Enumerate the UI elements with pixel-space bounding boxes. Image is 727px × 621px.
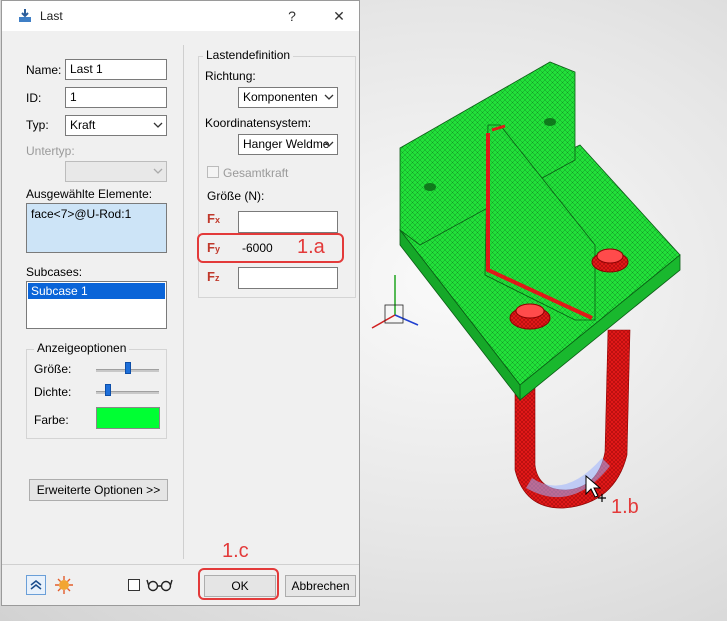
richtung-label: Richtung: <box>205 69 256 83</box>
annotation-label-1a: 1.a <box>297 236 325 258</box>
farbe-label: Farbe: <box>34 413 69 427</box>
help-button[interactable]: ? <box>278 6 306 26</box>
groesse-n-label: Größe (N): <box>207 189 265 203</box>
load-app-icon <box>19 9 31 22</box>
chevron-down-icon <box>153 122 163 128</box>
collapse-up-button[interactable] <box>26 575 46 595</box>
panel-splitter[interactable] <box>183 45 184 559</box>
chevron-down-icon <box>324 141 334 147</box>
preview-checkbox[interactable] <box>128 579 140 591</box>
id-label: ID: <box>26 91 42 105</box>
annotation-box-ok <box>198 568 279 600</box>
window-title: Last <box>40 9 63 23</box>
fx-main: F <box>207 211 215 226</box>
koordsys-label: Koordinatensystem: <box>205 116 312 130</box>
groesse-label: Größe: <box>34 362 72 376</box>
elements-label: Ausgewählte Elemente: <box>26 187 153 201</box>
cancel-button[interactable]: Abbrechen <box>285 575 356 597</box>
glasses-icon <box>146 579 173 592</box>
fx-label: Fx <box>207 211 220 226</box>
groesse-slider-thumb[interactable] <box>125 362 131 374</box>
name-label: Name: <box>26 63 62 77</box>
subcase-item[interactable]: Subcase 1 <box>28 283 165 299</box>
richtung-select[interactable]: Komponenten <box>238 87 338 108</box>
model-viewport[interactable] <box>360 0 727 621</box>
color-swatch[interactable] <box>96 407 160 429</box>
name-input[interactable]: Last 1 <box>65 59 167 80</box>
untertyp-select <box>65 161 167 182</box>
fx-input[interactable] <box>238 211 338 233</box>
annotation-label-1c: 1.c <box>222 540 249 562</box>
title-bar[interactable]: Last ? ✕ <box>2 1 359 31</box>
koordsys-select[interactable]: Hanger Weldme <box>238 134 338 155</box>
subcases-label: Subcases: <box>26 265 83 279</box>
burst-icon <box>55 576 73 594</box>
close-button[interactable]: ✕ <box>325 6 353 26</box>
id-input[interactable]: 1 <box>65 87 167 108</box>
subcases-list[interactable]: Subcase 1 <box>26 281 167 329</box>
fz-main: F <box>207 269 215 284</box>
fz-input[interactable] <box>238 267 338 289</box>
footer-divider <box>2 564 359 565</box>
typ-select[interactable]: Kraft <box>65 115 167 136</box>
richtung-select-value: Komponenten <box>243 90 318 104</box>
fz-label: Fz <box>207 269 219 284</box>
selected-elements-list[interactable]: face<7>@U-Rod:1 <box>26 203 167 253</box>
display-options-title: Anzeigeoptionen <box>34 341 130 355</box>
chevron-down-icon <box>153 168 163 174</box>
bracket-mesh[interactable] <box>399 61 681 402</box>
dichte-label: Dichte: <box>34 385 72 399</box>
coordinate-triad <box>371 275 419 329</box>
untertyp-label: Untertyp: <box>26 144 75 158</box>
selected-element-item[interactable]: face<7>@U-Rod:1 <box>31 207 131 221</box>
advanced-options-button[interactable]: Erweiterte Optionen >> <box>29 479 168 501</box>
gesamtkraft-checkbox[interactable] <box>207 166 219 178</box>
load-definition-title: Lastendefinition <box>203 48 294 62</box>
chevron-down-icon <box>324 94 334 100</box>
typ-select-value: Kraft <box>70 118 96 132</box>
fz-sub: z <box>214 273 220 283</box>
load-dialog: Last ? ✕ Name: Last 1 ID: 1 Typ: Kraft U… <box>1 0 360 606</box>
gesamtkraft-label: Gesamtkraft <box>223 166 289 180</box>
double-chevron-up-icon <box>30 580 42 590</box>
typ-label: Typ: <box>26 118 49 132</box>
fx-sub: x <box>214 215 220 225</box>
koordsys-select-value: Hanger Weldme <box>243 137 330 151</box>
highlight-button[interactable] <box>54 575 74 595</box>
annotation-label-1b: 1.b <box>611 496 639 518</box>
dichte-slider-thumb[interactable] <box>105 384 112 396</box>
